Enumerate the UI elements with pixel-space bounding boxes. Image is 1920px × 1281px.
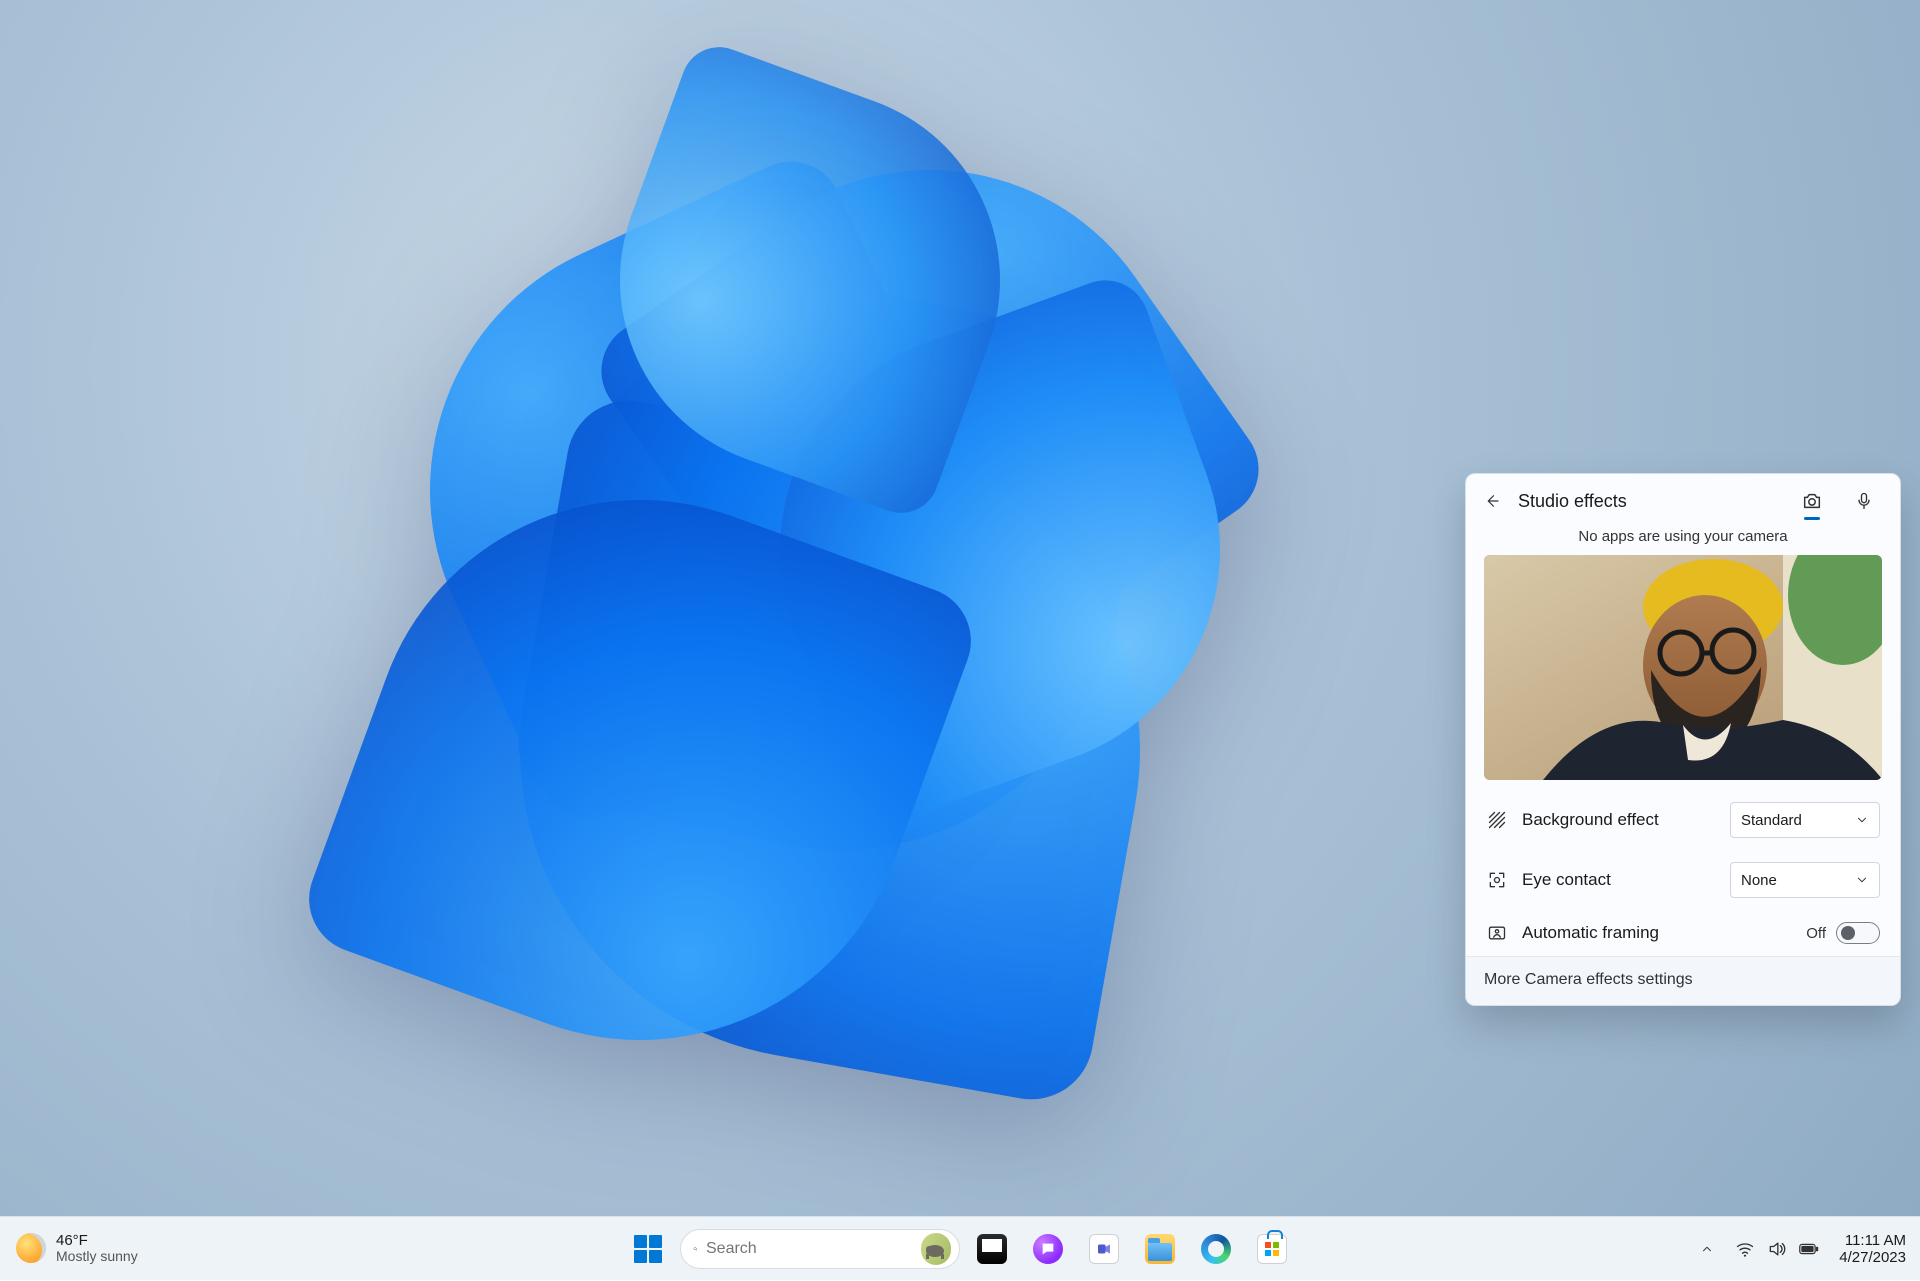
eye-contact-label: Eye contact <box>1522 870 1716 890</box>
taskbar: 46°F Mostly sunny 11:1 <box>0 1216 1920 1280</box>
automatic-framing-state: Off <box>1806 925 1826 942</box>
file-explorer-button[interactable] <box>1136 1225 1184 1273</box>
background-effect-icon <box>1486 810 1508 830</box>
microphone-tab[interactable] <box>1844 484 1884 518</box>
automatic-framing-toggle[interactable] <box>1836 922 1880 944</box>
battery-icon <box>1799 1239 1819 1259</box>
weather-widget[interactable]: 46°F Mostly sunny <box>0 1233 138 1265</box>
panel-title: Studio effects <box>1518 491 1780 512</box>
chat-button[interactable] <box>1024 1225 1072 1273</box>
edge-icon <box>1201 1234 1231 1264</box>
store-icon <box>1257 1234 1287 1264</box>
background-effect-value: Standard <box>1741 812 1802 829</box>
weather-icon <box>16 1233 46 1263</box>
wallpaper-bloom <box>260 30 1380 1150</box>
camera-tab[interactable] <box>1792 484 1832 518</box>
search-input[interactable] <box>706 1240 913 1258</box>
camera-preview <box>1484 555 1882 780</box>
taskbar-search[interactable] <box>680 1229 960 1269</box>
automatic-framing-icon <box>1486 923 1508 943</box>
weather-condition: Mostly sunny <box>56 1249 138 1264</box>
windows-logo-icon <box>634 1235 662 1263</box>
clock-button[interactable]: 11:11 AM 4/27/2023 <box>1829 1232 1916 1267</box>
taskbar-time: 11:11 AM <box>1845 1232 1906 1249</box>
eye-contact-icon <box>1486 870 1508 890</box>
tray-overflow-button[interactable] <box>1689 1227 1725 1271</box>
taskbar-date: 4/27/2023 <box>1839 1249 1906 1266</box>
eye-contact-select[interactable]: None <box>1730 862 1880 898</box>
background-effect-select[interactable]: Standard <box>1730 802 1880 838</box>
wifi-icon <box>1735 1239 1755 1259</box>
more-camera-settings-link[interactable]: More Camera effects settings <box>1466 956 1900 1005</box>
task-view-icon <box>977 1234 1007 1264</box>
teams-button[interactable] <box>1080 1225 1128 1273</box>
eye-contact-value: None <box>1741 872 1777 889</box>
quick-settings-button[interactable] <box>1727 1227 1827 1271</box>
chat-bubble-icon <box>1033 1234 1063 1264</box>
desktop-wallpaper[interactable]: Studio effects No apps are using your ca… <box>0 0 1920 1216</box>
task-view-button[interactable] <box>968 1225 1016 1273</box>
store-button[interactable] <box>1248 1225 1296 1273</box>
edge-button[interactable] <box>1192 1225 1240 1273</box>
studio-effects-panel: Studio effects No apps are using your ca… <box>1465 473 1901 1006</box>
search-highlight-icon <box>921 1233 951 1265</box>
weather-temp: 46°F <box>56 1233 138 1250</box>
back-button[interactable] <box>1478 487 1506 515</box>
teams-icon <box>1089 1234 1119 1264</box>
folder-icon <box>1145 1234 1175 1264</box>
volume-icon <box>1767 1239 1787 1259</box>
chevron-up-icon <box>1697 1239 1717 1259</box>
start-button[interactable] <box>624 1225 672 1273</box>
automatic-framing-label: Automatic framing <box>1522 923 1792 943</box>
background-effect-label: Background effect <box>1522 810 1716 830</box>
camera-status-text: No apps are using your camera <box>1466 522 1900 555</box>
